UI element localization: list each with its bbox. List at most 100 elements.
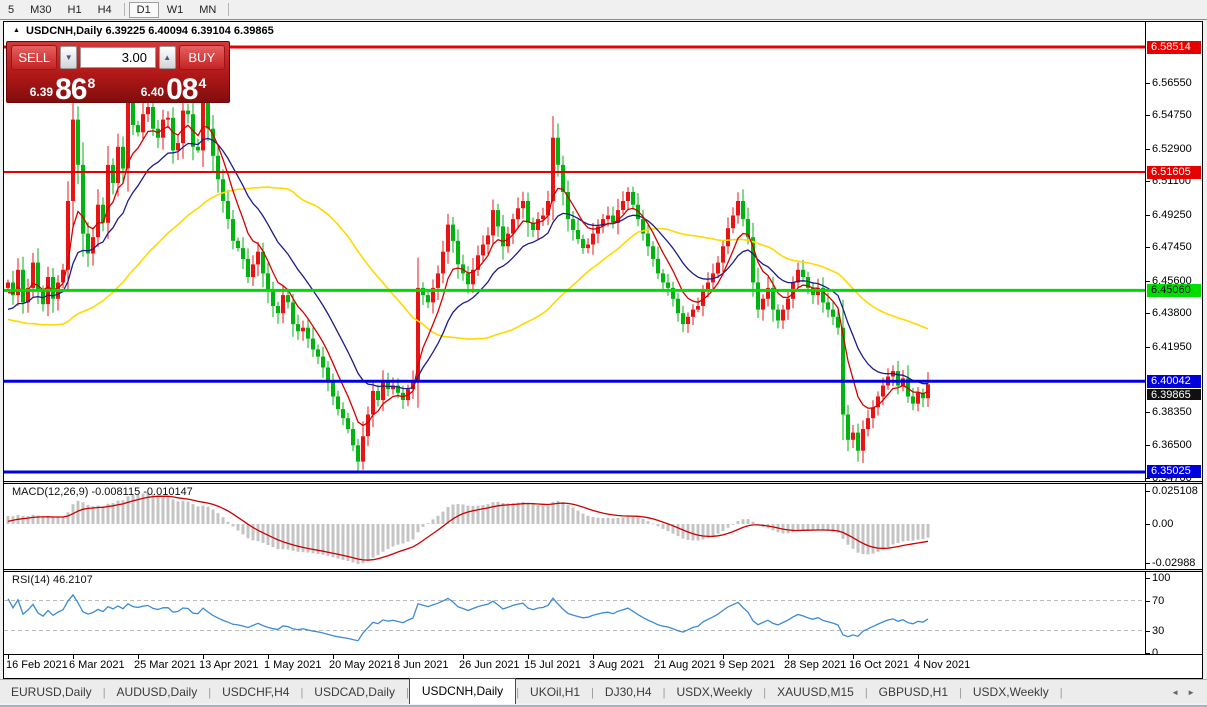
rsi-axis-tick — [1146, 601, 1150, 602]
rsi-indicator-label: RSI(14) 46.2107 — [12, 574, 93, 586]
price-pane[interactable]: ▲ USDCNH,Daily 6.39225 6.40094 6.39104 6… — [4, 22, 1145, 481]
chart-ohlc-values: 6.39225 6.40094 6.39104 6.39865 — [105, 25, 273, 37]
price-axis-tick — [1146, 445, 1150, 446]
volume-input[interactable] — [80, 47, 156, 68]
price-axis-label: 6.52900 — [1152, 143, 1192, 155]
macd-axis-label: -0.02988 — [1152, 557, 1195, 569]
chart-symbol-label: USDCNH,Daily — [26, 25, 102, 37]
price-axis-tick — [1146, 149, 1150, 150]
price-axis-label: 6.47450 — [1152, 241, 1192, 253]
tab-eurusd-daily[interactable]: EURUSD,Daily — [0, 681, 103, 704]
price-axis-tick — [1146, 412, 1150, 413]
pane-splitter[interactable] — [4, 569, 1202, 572]
volume-decrease-button[interactable]: ▼ — [60, 46, 77, 69]
macd-axis-label: 0.00 — [1152, 518, 1173, 530]
price-axis-label: 6.41950 — [1152, 341, 1192, 353]
macd-indicator-label: MACD(12,26,9) -0.008115 -0.010147 — [12, 486, 193, 498]
one-click-trade-panel: SELL ▼ ▲ BUY 6.39 86 8 6.40 08 — [6, 41, 230, 103]
macd-axis-label: 0.025108 — [1152, 485, 1198, 497]
price-axis-tick — [1146, 181, 1150, 182]
rsi-axis-label: 30 — [1152, 625, 1164, 637]
toolbar-timeframe-w1[interactable]: W1 — [159, 2, 192, 18]
timeframe-toolbar: 5M30H1H4 D1W1MN — [0, 0, 1207, 20]
toolbar-separator — [124, 3, 125, 16]
toolbar-timeframe-mn[interactable]: MN — [191, 2, 224, 18]
toolbar-timeframe-d1[interactable]: D1 — [129, 2, 159, 18]
buy-button[interactable]: BUY — [179, 45, 225, 70]
chevron-down-icon: ▼ — [65, 53, 73, 62]
rsi-pane[interactable]: RSI(14) 46.2107 — [4, 572, 1145, 654]
tab-dj30-h4[interactable]: DJ30,H4 — [594, 681, 663, 704]
tab-audusd-daily[interactable]: AUDUSD,Daily — [106, 681, 209, 704]
sell-button[interactable]: SELL — [11, 45, 57, 70]
date-axis-label: 3 Aug 2021 — [589, 659, 645, 671]
price-axis-label: 6.54750 — [1152, 109, 1192, 121]
tab-scroll-left-icon[interactable]: ◄ — [1171, 688, 1179, 697]
price-axis-label: 6.56550 — [1152, 77, 1192, 89]
price-axis-label: 6.43800 — [1152, 307, 1192, 319]
price-axis[interactable]: 6.565506.547506.529006.511006.492506.474… — [1145, 22, 1202, 654]
date-axis[interactable]: 16 Feb 20216 Mar 202125 Mar 202113 Apr 2… — [4, 654, 1202, 677]
rsi-chart — [4, 572, 1145, 654]
macd-axis-tick — [1146, 491, 1150, 492]
sell-price-display[interactable]: 6.39 86 8 — [8, 72, 117, 103]
date-axis-label: 26 Jun 2021 — [459, 659, 520, 671]
date-axis-label: 25 Mar 2021 — [134, 659, 196, 671]
price-axis-label: 6.38350 — [1152, 406, 1192, 418]
price-axis-label: 6.49250 — [1152, 209, 1192, 221]
price-axis-tick — [1146, 215, 1150, 216]
chart-window: ▲ USDCNH,Daily 6.39225 6.40094 6.39104 6… — [3, 21, 1203, 679]
tab-gbpusd-h1[interactable]: GBPUSD,H1 — [868, 681, 959, 704]
tab-usdx-weekly[interactable]: USDX,Weekly — [962, 681, 1060, 704]
macd-axis-tick — [1146, 563, 1150, 564]
tab-scroll-right-icon[interactable]: ► — [1187, 688, 1195, 697]
buy-price-pip-digit: 4 — [198, 75, 206, 91]
price-axis-tick — [1146, 83, 1150, 84]
level-price-badge: 6.58514 — [1147, 41, 1201, 54]
macd-pane[interactable]: MACD(12,26,9) -0.008115 -0.010147 — [4, 484, 1145, 569]
date-axis-label: 1 May 2021 — [264, 659, 321, 671]
buy-price-display[interactable]: 6.40 08 4 — [119, 72, 228, 103]
buy-price-big-digits: 08 — [166, 77, 197, 103]
tab-scroll-arrows: ◄► — [1171, 688, 1207, 704]
toolbar-timeframe-m30[interactable]: M30 — [22, 2, 59, 18]
bid-price-badge: 6.39865 — [1147, 389, 1201, 400]
price-axis-tick — [1146, 115, 1150, 116]
tab-usdcad-daily[interactable]: USDCAD,Daily — [303, 681, 406, 704]
price-axis-tick — [1146, 247, 1150, 248]
sell-price-prefix: 6.39 — [30, 85, 53, 99]
toolbar-timeframe-5[interactable]: 5 — [0, 2, 22, 18]
collapse-triangle-icon[interactable]: ▲ — [13, 27, 20, 34]
level-price-badge: 6.45060 — [1147, 284, 1201, 297]
rsi-axis-label: 70 — [1152, 595, 1164, 607]
tab-usdcnh-daily[interactable]: USDCNH,Daily — [409, 678, 516, 704]
date-axis-label: 15 Jul 2021 — [524, 659, 581, 671]
date-axis-label: 9 Sep 2021 — [719, 659, 775, 671]
price-axis-tick — [1146, 478, 1150, 479]
pane-splitter[interactable] — [4, 481, 1202, 484]
tab-ukoil-h1[interactable]: UKOil,H1 — [519, 681, 591, 704]
rsi-axis-label: 100 — [1152, 572, 1170, 584]
date-axis-label: 16 Feb 2021 — [6, 659, 68, 671]
chart-tab-bar: EURUSD,Daily|AUDUSD,Daily|USDCHF,H4|USDC… — [0, 679, 1207, 704]
date-axis-label: 16 Oct 2021 — [849, 659, 909, 671]
macd-axis-tick — [1146, 524, 1150, 525]
tab-usdchf-h4[interactable]: USDCHF,H4 — [211, 681, 300, 704]
date-axis-label: 6 Mar 2021 — [69, 659, 125, 671]
date-axis-label: 4 Nov 2021 — [914, 659, 970, 671]
toolbar-separator — [228, 3, 229, 16]
price-axis-tick — [1146, 281, 1150, 282]
price-axis-tick — [1146, 313, 1150, 314]
sell-price-big-digits: 86 — [55, 77, 86, 103]
level-price-badge: 6.40042 — [1147, 375, 1201, 388]
level-price-badge: 6.35025 — [1147, 465, 1201, 478]
tab-usdx-weekly[interactable]: USDX,Weekly — [665, 681, 763, 704]
rsi-axis-tick — [1146, 578, 1150, 579]
tab-xauusd-m15[interactable]: XAUUSD,M15 — [766, 681, 865, 704]
buy-price-prefix: 6.40 — [141, 85, 164, 99]
price-axis-label: 6.36500 — [1152, 439, 1192, 451]
toolbar-timeframe-h4[interactable]: H4 — [90, 2, 120, 18]
toolbar-timeframe-h1[interactable]: H1 — [60, 2, 90, 18]
date-axis-label: 8 Jun 2021 — [394, 659, 448, 671]
volume-increase-button[interactable]: ▲ — [159, 46, 176, 69]
